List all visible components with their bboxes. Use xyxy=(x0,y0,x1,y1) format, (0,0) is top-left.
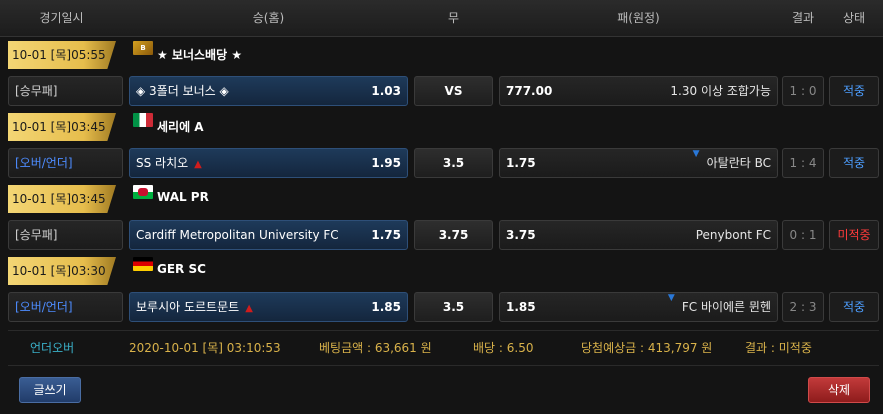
draw-bet-cell[interactable]: 3.5 xyxy=(414,148,493,178)
bet-row: [승무패] ◈ 3폴더 보너스 ◈ 1.03 VS 777.00 1.30 이상… xyxy=(0,74,883,108)
bet-type-label: [오버/언더] xyxy=(8,148,123,178)
header-home: 승(홈) xyxy=(252,11,285,25)
away-team-text: 아탈란타 BC xyxy=(706,156,771,170)
home-bet-cell[interactable]: SS 라치오 ▲ 1.95 xyxy=(129,148,408,178)
league-row: 10-01 [목]03:45 세리에 A xyxy=(0,110,883,144)
summary-result: 결과 : 미적중 xyxy=(745,341,812,355)
away-bet-cell[interactable]: 3.75 Penybont FC xyxy=(499,220,778,250)
status-badge: 적중 xyxy=(829,76,879,106)
draw-bet-cell[interactable]: 3.75 xyxy=(414,220,493,250)
header-away: 패(원정) xyxy=(617,11,660,25)
away-team-name: Penybont FC xyxy=(695,228,771,242)
match-date-badge: 10-01 [목]03:45 xyxy=(8,185,116,213)
bet-type-label: [오버/언더] xyxy=(8,292,123,322)
league-name: ★ 보너스배당 ★ xyxy=(157,48,243,62)
summary-datetime: 2020-10-01 [목] 03:10:53 xyxy=(129,341,281,355)
bonus-icon: B xyxy=(133,41,153,55)
away-bet-cell[interactable]: 1.85 ▼ FC 바이에른 뮌헨 xyxy=(499,292,778,322)
draw-bet-cell[interactable]: 3.5 xyxy=(414,292,493,322)
header-draw: 무 xyxy=(447,11,460,25)
home-team-name: ◈ 3폴더 보너스 ◈ xyxy=(136,84,229,98)
odds-up-arrow-icon: ▲ xyxy=(194,159,202,170)
italy-flag-icon xyxy=(133,113,153,127)
match-date-badge: 10-01 [목]03:45 xyxy=(8,113,116,141)
away-odd: 1.85 xyxy=(506,300,536,314)
home-bet-cell[interactable]: 보루시아 도르트문트 ▲ 1.85 xyxy=(129,292,408,322)
status-badge: 미적중 xyxy=(829,220,879,250)
away-bet-cell[interactable]: 1.75 ▼ 아탈란타 BC xyxy=(499,148,778,178)
header-status: 상태 xyxy=(842,11,866,25)
wales-flag-icon xyxy=(133,185,153,199)
summary-odds: 배당 : 6.50 xyxy=(473,341,534,355)
league-name: WAL PR xyxy=(157,190,209,204)
bet-type-label: [승무패] xyxy=(8,220,123,250)
summary-expected-win: 당첨예상금 : 413,797 원 xyxy=(581,341,713,355)
match-date-badge: 10-01 [목]03:30 xyxy=(8,257,116,285)
away-odd: 1.75 xyxy=(506,156,536,170)
delete-button[interactable]: 삭제 xyxy=(808,377,870,403)
summary-bet-amount: 베팅금액 : 63,661 원 xyxy=(319,341,432,355)
home-team-name: Cardiff Metropolitan University FC xyxy=(136,228,339,242)
odds-up-arrow-icon: ▲ xyxy=(245,303,253,314)
away-bet-cell[interactable]: 777.00 1.30 이상 조합가능 xyxy=(499,76,778,106)
summary-bet-type: 언더오버 xyxy=(30,341,75,355)
bet-row: [승무패] Cardiff Metropolitan University FC… xyxy=(0,218,883,252)
write-button[interactable]: 글쓰기 xyxy=(19,377,81,403)
header-result: 결과 xyxy=(791,11,815,25)
bet-row: [오버/언더] SS 라치오 ▲ 1.95 3.5 1.75 ▼ 아탈란타 BC 1… xyxy=(0,146,883,180)
wales-dragon-shape xyxy=(138,188,148,196)
away-team-name: ▼ FC 바이에른 뮌헨 xyxy=(668,293,771,321)
bet-type-label: [승무패] xyxy=(8,76,123,106)
home-odd: 1.75 xyxy=(371,228,401,242)
bet-summary: 언더오버 2020-10-01 [목] 03:10:53 베팅금액 : 63,6… xyxy=(8,330,879,366)
odds-down-arrow-icon: ▼ xyxy=(692,149,700,159)
draw-bet-cell[interactable]: VS xyxy=(414,76,493,106)
home-team-text: 보루시아 도르트문트 xyxy=(136,300,240,314)
home-odd: 1.03 xyxy=(371,84,401,98)
home-odd: 1.95 xyxy=(371,156,401,170)
away-odd: 3.75 xyxy=(506,228,536,242)
home-team-text: SS 라치오 xyxy=(136,156,189,170)
bet-row: [오버/언더] 보루시아 도르트문트 ▲ 1.85 3.5 1.85 ▼ FC 바이… xyxy=(0,290,883,324)
league-row: 10-01 [목]05:55 B ★ 보너스배당 ★ xyxy=(0,38,883,72)
odds-down-arrow-icon: ▼ xyxy=(667,293,675,303)
match-result: 1 : 4 xyxy=(782,148,824,178)
match-result: 2 : 3 xyxy=(782,292,824,322)
home-team-name: SS 라치오 ▲ xyxy=(136,149,202,179)
germany-flag-icon xyxy=(133,257,153,271)
header-date: 경기일시 xyxy=(39,11,84,25)
away-team-name: ▼ 아탈란타 BC xyxy=(693,149,771,177)
away-team-text: FC 바이에른 뮌헨 xyxy=(681,300,771,314)
league-name: 세리에 A xyxy=(157,120,204,134)
away-team-name: 1.30 이상 조합가능 xyxy=(670,84,771,98)
table-header: 경기일시 승(홈) 무 패(원정) 결과 상태 xyxy=(0,0,883,37)
league-name: GER SC xyxy=(157,262,206,276)
league-row: 10-01 [목]03:30 GER SC xyxy=(0,254,883,288)
home-team-name: 보루시아 도르트문트 ▲ xyxy=(136,293,253,323)
home-bet-cell[interactable]: Cardiff Metropolitan University FC 1.75 xyxy=(129,220,408,250)
home-odd: 1.85 xyxy=(371,300,401,314)
match-date-badge: 10-01 [목]05:55 xyxy=(8,41,116,69)
status-badge: 적중 xyxy=(829,148,879,178)
match-result: 1 : 0 xyxy=(782,76,824,106)
status-badge: 적중 xyxy=(829,292,879,322)
away-odd: 777.00 xyxy=(506,84,553,98)
home-bet-cell[interactable]: ◈ 3폴더 보너스 ◈ 1.03 xyxy=(129,76,408,106)
match-result: 0 : 1 xyxy=(782,220,824,250)
league-row: 10-01 [목]03:45 WAL PR xyxy=(0,182,883,216)
